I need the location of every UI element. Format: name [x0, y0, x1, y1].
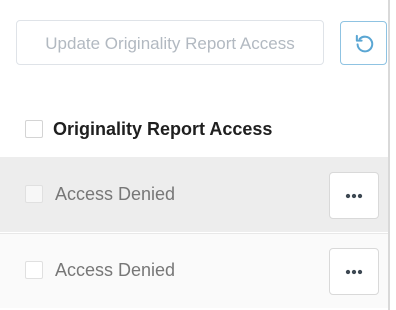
panel-right-border: [388, 0, 390, 310]
row-actions-button[interactable]: [329, 172, 379, 219]
row-checkbox[interactable]: [25, 261, 43, 279]
originality-report-panel: Update Originality Report Access Origina…: [0, 0, 396, 310]
table-header-row: Originality Report Access: [0, 103, 388, 155]
access-status-label: Access Denied: [55, 184, 176, 204]
originality-report-access-column-label: Originality Report Access: [53, 119, 273, 139]
more-horizontal-icon: [345, 193, 363, 198]
update-originality-report-access-button[interactable]: Update Originality Report Access: [16, 20, 324, 65]
table-row: Access Denied: [0, 157, 388, 232]
table-row: Access Denied: [0, 233, 388, 308]
row-actions-button[interactable]: [329, 248, 379, 295]
undo-button[interactable]: [340, 21, 387, 65]
row-checkbox[interactable]: [25, 185, 43, 203]
undo-icon: [355, 34, 373, 53]
select-all-checkbox[interactable]: [25, 120, 43, 138]
access-status-label: Access Denied: [55, 260, 176, 280]
more-horizontal-icon: [345, 269, 363, 274]
top-actions: Update Originality Report Access: [16, 20, 388, 67]
